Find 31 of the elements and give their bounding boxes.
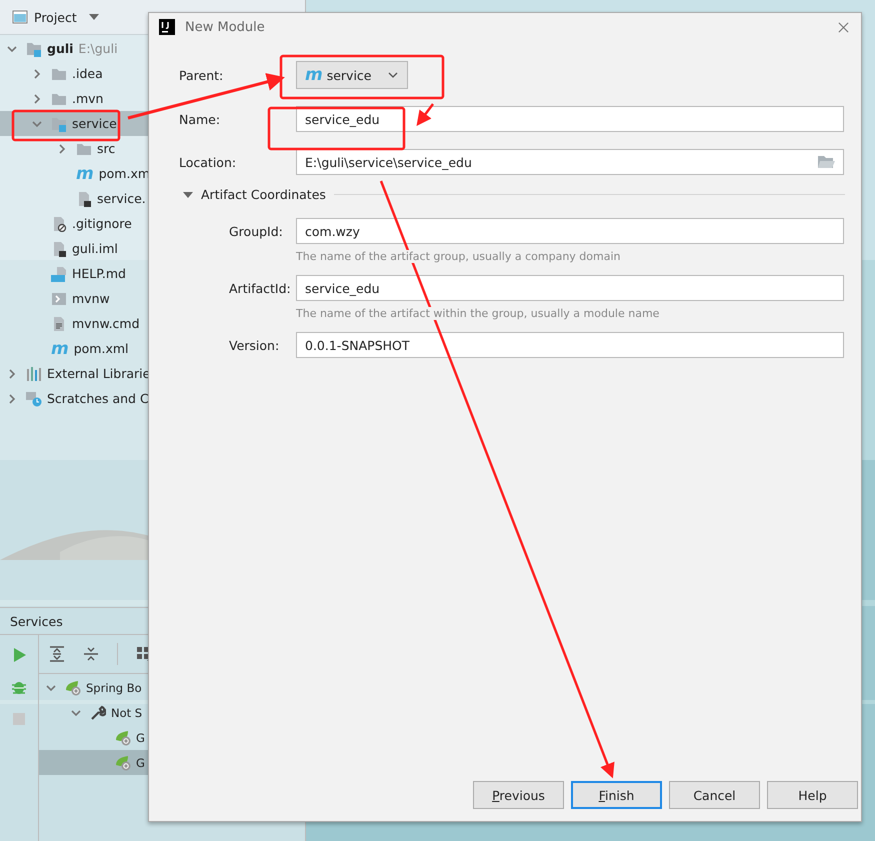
- tree-item-label: Not S: [111, 706, 142, 720]
- tree-item-label: External Librarie: [47, 366, 150, 381]
- field-hint: The name of the artifact within the group, usually a module name: [296, 307, 660, 320]
- maven-icon: m: [51, 340, 69, 356]
- tree-item-label: pom.xml: [74, 341, 128, 356]
- tree-item-label: mvnw: [72, 291, 110, 306]
- field-label: Version:: [229, 338, 280, 352]
- tree-item-label: mvnw.cmd: [72, 316, 140, 331]
- window-title: New Module: [185, 20, 265, 34]
- panel-title: Services: [10, 614, 63, 628]
- tree-item-label: Scratches and C: [47, 391, 149, 406]
- tree-item-label: guli.iml: [72, 241, 118, 256]
- tree-item-label: G: [136, 730, 145, 744]
- field-label: GroupId:: [229, 224, 284, 238]
- tree-item-label: G: [136, 756, 145, 770]
- tree-item-label: Spring Bo: [86, 680, 142, 694]
- field-label: ArtifactId:: [229, 280, 292, 296]
- maven-icon: m: [76, 166, 94, 182]
- tree-item-label: .gitignore: [72, 216, 132, 231]
- tree-item-label: .mvn: [72, 91, 104, 106]
- path-hint: E:\guli: [78, 41, 118, 56]
- field-label: Name:: [179, 112, 222, 126]
- field-label: Parent:: [179, 68, 224, 82]
- tree-item-label: service: [72, 116, 117, 131]
- tree-item-label: .idea: [72, 66, 103, 81]
- tree-item-label: src: [97, 141, 116, 156]
- tree-item-label: guli: [47, 41, 74, 56]
- field-label: Location:: [179, 154, 238, 170]
- tree-item-label: HELP.md: [72, 266, 126, 281]
- field-hint: The name of the artifact group, usually a company domain: [296, 250, 620, 263]
- tree-item-label: service.: [97, 191, 146, 206]
